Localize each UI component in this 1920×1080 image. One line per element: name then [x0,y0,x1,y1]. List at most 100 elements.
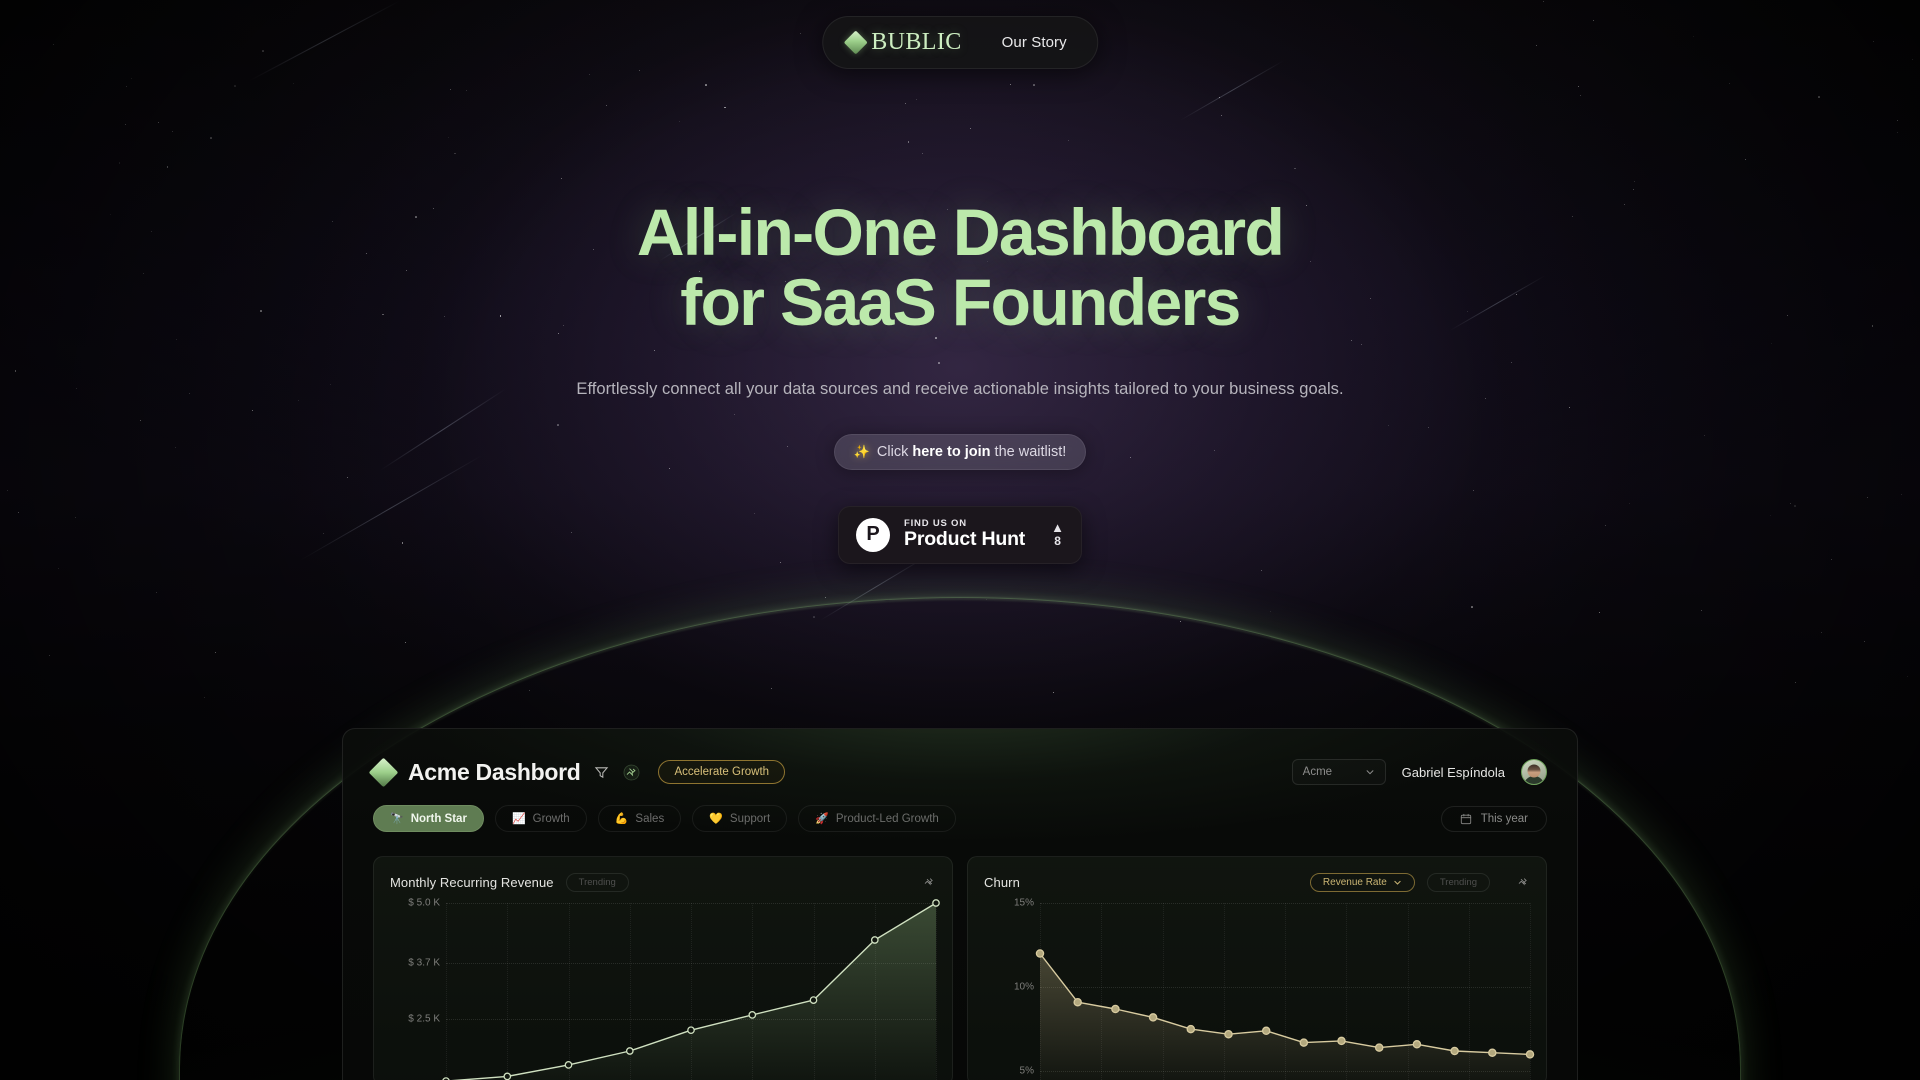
churn-area-chart [1035,949,1535,1080]
trending-pill[interactable]: Trending [1426,872,1490,892]
product-hunt-upvote[interactable]: ▲ 8 [1051,520,1064,549]
dashboard-cards: Monthly Recurring Revenue Trending $ 5.0… [343,832,1577,1080]
tab-label: Product-Led Growth [835,812,939,825]
mrr-y-axis: $ 5.0 K $ 3.7 K $ 2.5 K [390,898,446,1080]
date-filter-label: This year [1480,812,1528,825]
tab-label: North Star [410,812,467,825]
upvote-count: 8 [1054,534,1061,549]
product-hunt-badge[interactable]: P FIND US ON Product Hunt ▲ 8 [838,505,1082,564]
nav-link-our-story[interactable]: Our Story [980,27,1089,58]
headline-line-2: for SaaS Founders [680,264,1241,339]
rocket-icon: 🚀 [815,813,829,825]
dashboard-header: Acme Dashbord Accelerate Growth Acme Gab… [343,729,1577,791]
cta-bold: here to join [912,443,991,460]
pin-icon[interactable] [623,764,640,781]
tab-sales[interactable]: 💪 Sales [597,805,682,832]
tab-support[interactable]: 💛 Support [692,805,788,832]
data-point[interactable] [1412,1040,1422,1049]
brand-logo[interactable]: BUBLIC [831,23,979,62]
data-point[interactable] [625,1047,634,1055]
data-point[interactable] [1224,1029,1233,1039]
product-hunt-name: Product Hunt [904,528,1026,551]
page-title: All-in-One Dashboard for SaaS Founders [0,195,1920,339]
pin-icon[interactable] [922,875,936,889]
data-point[interactable] [1111,1004,1120,1014]
card-title: Monthly Recurring Revenue [390,874,554,890]
org-select-value: Acme [1302,766,1333,778]
trending-pill[interactable]: Trending [565,872,629,892]
user-name: Gabriel Espíndola [1401,764,1505,780]
avatar[interactable] [1521,759,1547,785]
churn-metric-select[interactable]: Revenue Rate [1309,872,1415,892]
top-navigation-bar: BUBLIC Our Story [822,16,1098,69]
calendar-icon [1460,813,1471,824]
tab-label: Support [729,812,771,825]
data-point[interactable] [1148,1013,1158,1022]
telescope-icon: 🔭 [390,813,404,825]
hero-subtitle: Effortlessly connect all your data sourc… [576,379,1344,398]
dashboard-tabs: 🔭 North Star 📈 Growth 💪 Sales 💛 Support … [343,791,1577,832]
cta-suffix: the waitlist! [990,443,1067,460]
mrr-line-chart [442,899,940,1080]
data-point[interactable] [1261,1026,1271,1036]
headline-line-1: All-in-One Dashboard [636,195,1285,269]
chevron-down-icon [1366,770,1374,775]
data-point[interactable] [1525,1050,1535,1059]
avatar-face [1527,764,1541,778]
chart-area-fill [460,903,936,1080]
y-axis-tick: 15% [1013,897,1034,909]
product-hunt-icon: P [856,517,891,552]
tab-product-led-growth[interactable]: 🚀 Product-Led Growth [798,805,956,832]
data-point[interactable] [1186,1024,1196,1034]
dashboard-title: Acme Dashbord [408,758,581,785]
data-point[interactable] [1337,1036,1346,1046]
data-point[interactable] [809,996,818,1004]
tab-label: Sales [635,812,665,825]
data-point[interactable] [687,1026,695,1035]
hero-section: All-in-One Dashboard for SaaS Founders E… [0,0,1920,564]
date-filter-button[interactable]: This year [1440,805,1547,832]
churn-y-axis: 15% 10% 5% [984,898,1040,1080]
pin-icon[interactable] [1516,875,1530,889]
data-point[interactable] [564,1061,573,1069]
dashboard-preview-panel: Acme Dashbord Accelerate Growth Acme Gab… [342,728,1578,1080]
data-point[interactable] [1073,997,1082,1007]
cta-prefix: Click [876,443,913,460]
card-title: Churn [984,874,1020,890]
chart-increasing-icon: 📈 [511,813,526,825]
mrr-plot-area [442,899,940,1080]
gridline-vertical [936,903,937,1080]
data-point[interactable] [932,899,940,907]
accelerate-growth-pill[interactable]: Accelerate Growth [658,760,786,784]
flexed-biceps-icon: 💪 [614,813,629,825]
yellow-heart-icon: 💛 [709,813,723,825]
y-axis-tick: 10% [1013,981,1034,993]
org-select[interactable]: Acme [1291,759,1386,785]
diamond-icon [843,30,868,55]
data-point[interactable] [1035,949,1045,958]
brand-name: BUBLIC [871,29,962,55]
mrr-chart: $ 5.0 K $ 3.7 K $ 2.5 K [390,898,940,1080]
data-point[interactable] [870,936,879,944]
data-point[interactable] [503,1072,512,1080]
cta-text: Click here to join the waitlist! [877,444,1066,460]
diamond-icon [368,757,399,787]
data-point[interactable] [1488,1048,1497,1057]
tab-growth[interactable]: 📈 Growth [494,805,587,832]
page-root: BUBLIC Our Story All-in-One Dashboard fo… [0,0,1920,1080]
sparkles-icon: ✨ [853,443,870,459]
y-axis-tick: $ 5.0 K [408,897,440,909]
data-point[interactable] [748,1011,757,1019]
chevron-down-icon [1394,880,1401,885]
data-point[interactable] [1450,1046,1459,1056]
tab-label: Growth [532,812,570,825]
churn-plot-area [1035,903,1535,1080]
churn-metric-value: Revenue Rate [1322,876,1387,888]
churn-card: Churn Revenue Rate Trending 15% 10% 5% [967,856,1547,1080]
data-point[interactable] [1299,1038,1309,1047]
join-waitlist-button[interactable]: ✨ Click here to join the waitlist! [833,433,1087,470]
mrr-card: Monthly Recurring Revenue Trending $ 5.0… [373,856,953,1080]
data-point[interactable] [1374,1043,1384,1052]
filter-icon[interactable] [594,765,609,780]
tab-north-star[interactable]: 🔭 North Star [373,805,484,832]
